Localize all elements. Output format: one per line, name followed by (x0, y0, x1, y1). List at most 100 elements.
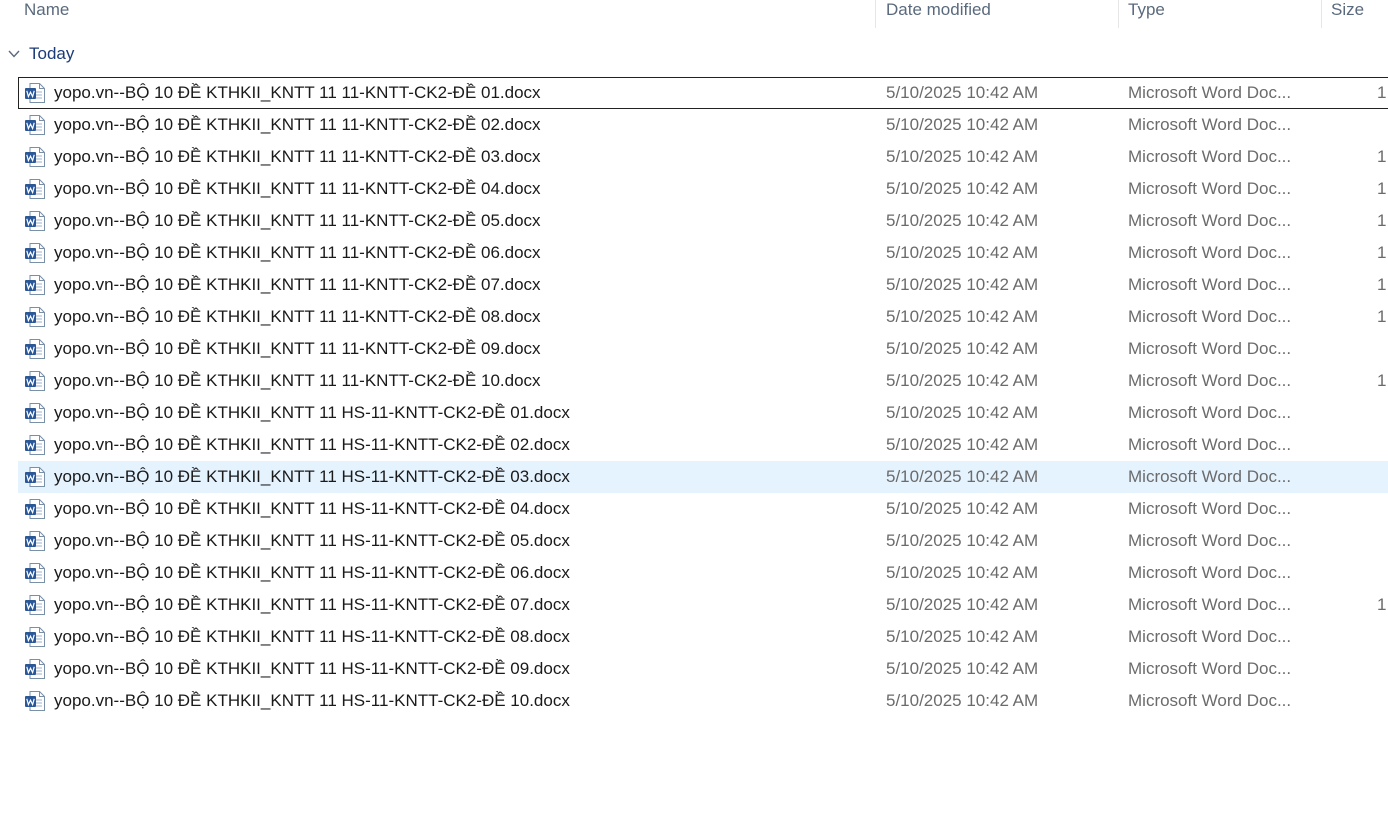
file-name: yopo.vn--BỘ 10 ĐỀ KTHKII_KNTT 11 11-KNTT… (54, 371, 541, 390)
file-row[interactable]: yopo.vn--BỘ 10 ĐỀ KTHKII_KNTT 11 HS-11-K… (0, 685, 1388, 717)
word-document-icon (25, 435, 45, 455)
file-date-modified: 5/10/2025 10:42 AM (886, 115, 1039, 134)
column-header-name[interactable]: Name (24, 0, 69, 28)
file-row[interactable]: yopo.vn--BỘ 10 ĐỀ KTHKII_KNTT 11 HS-11-K… (0, 525, 1388, 557)
file-date-modified: 5/10/2025 10:42 AM (886, 83, 1039, 102)
file-type: Microsoft Word Doc... (1128, 307, 1292, 326)
file-date-modified: 5/10/2025 10:42 AM (886, 563, 1039, 582)
group-header-today[interactable]: Today (0, 42, 600, 70)
file-date-modified: 5/10/2025 10:42 AM (886, 307, 1039, 326)
file-date-modified: 5/10/2025 10:42 AM (886, 595, 1039, 614)
file-date-modified: 5/10/2025 10:42 AM (886, 211, 1039, 230)
file-date-modified: 5/10/2025 10:42 AM (886, 467, 1039, 486)
file-date-modified: 5/10/2025 10:42 AM (886, 403, 1039, 422)
file-date-modified: 5/10/2025 10:42 AM (886, 371, 1039, 390)
file-name: yopo.vn--BỘ 10 ĐỀ KTHKII_KNTT 11 HS-11-K… (54, 499, 570, 518)
file-size: 1, (1377, 211, 1388, 230)
file-name: yopo.vn--BỘ 10 ĐỀ KTHKII_KNTT 11 HS-11-K… (54, 563, 570, 582)
file-date-modified: 5/10/2025 10:42 AM (886, 499, 1039, 518)
file-size: 1, (1377, 83, 1388, 102)
word-document-icon (25, 275, 45, 295)
word-document-icon (25, 595, 45, 615)
file-name: yopo.vn--BỘ 10 ĐỀ KTHKII_KNTT 11 HS-11-K… (54, 531, 570, 550)
word-document-icon (25, 467, 45, 487)
file-row[interactable]: yopo.vn--BỘ 10 ĐỀ KTHKII_KNTT 11 11-KNTT… (0, 141, 1388, 173)
file-list: yopo.vn--BỘ 10 ĐỀ KTHKII_KNTT 11 11-KNTT… (0, 77, 1388, 717)
file-name: yopo.vn--BỘ 10 ĐỀ KTHKII_KNTT 11 HS-11-K… (54, 659, 570, 678)
file-type: Microsoft Word Doc... (1128, 275, 1292, 294)
file-size: 1, (1377, 275, 1388, 294)
file-type: Microsoft Word Doc... (1128, 243, 1292, 262)
file-row[interactable]: yopo.vn--BỘ 10 ĐỀ KTHKII_KNTT 11 11-KNTT… (0, 109, 1388, 141)
file-name: yopo.vn--BỘ 10 ĐỀ KTHKII_KNTT 11 11-KNTT… (54, 243, 541, 262)
file-type: Microsoft Word Doc... (1128, 179, 1292, 198)
file-date-modified: 5/10/2025 10:42 AM (886, 179, 1039, 198)
file-name: yopo.vn--BỘ 10 ĐỀ KTHKII_KNTT 11 11-KNTT… (54, 83, 541, 102)
file-name: yopo.vn--BỘ 10 ĐỀ KTHKII_KNTT 11 11-KNTT… (54, 275, 541, 294)
file-type: Microsoft Word Doc... (1128, 435, 1292, 454)
file-row[interactable]: yopo.vn--BỘ 10 ĐỀ KTHKII_KNTT 11 HS-11-K… (0, 621, 1388, 653)
column-header-size[interactable]: Size (1331, 0, 1364, 28)
file-row[interactable]: yopo.vn--BỘ 10 ĐỀ KTHKII_KNTT 11 11-KNTT… (0, 365, 1388, 397)
file-type: Microsoft Word Doc... (1128, 371, 1292, 390)
word-document-icon (25, 499, 45, 519)
column-header-bar: Name Date modified Type Size (0, 0, 1388, 28)
word-document-icon (25, 83, 45, 103)
file-name: yopo.vn--BỘ 10 ĐỀ KTHKII_KNTT 11 11-KNTT… (54, 307, 541, 326)
file-size: 1, (1377, 371, 1388, 390)
chevron-down-icon[interactable] (7, 47, 21, 61)
file-row[interactable]: yopo.vn--BỘ 10 ĐỀ KTHKII_KNTT 11 HS-11-K… (0, 429, 1388, 461)
word-document-icon (25, 115, 45, 135)
column-divider[interactable] (1321, 0, 1322, 28)
word-document-icon (25, 563, 45, 583)
word-document-icon (25, 339, 45, 359)
column-divider[interactable] (875, 0, 876, 28)
file-row[interactable]: yopo.vn--BỘ 10 ĐỀ KTHKII_KNTT 11 11-KNTT… (0, 269, 1388, 301)
column-header-type[interactable]: Type (1128, 0, 1165, 28)
word-document-icon (25, 403, 45, 423)
file-name: yopo.vn--BỘ 10 ĐỀ KTHKII_KNTT 11 HS-11-K… (54, 467, 570, 486)
file-row[interactable]: yopo.vn--BỘ 10 ĐỀ KTHKII_KNTT 11 11-KNTT… (0, 173, 1388, 205)
file-type: Microsoft Word Doc... (1128, 659, 1292, 678)
column-header-date-modified[interactable]: Date modified (886, 0, 991, 28)
word-document-icon (25, 307, 45, 327)
file-row[interactable]: yopo.vn--BỘ 10 ĐỀ KTHKII_KNTT 11 HS-11-K… (0, 493, 1388, 525)
file-type: Microsoft Word Doc... (1128, 467, 1292, 486)
file-name: yopo.vn--BỘ 10 ĐỀ KTHKII_KNTT 11 HS-11-K… (54, 595, 570, 614)
file-size: 1, (1377, 307, 1388, 326)
file-row[interactable]: yopo.vn--BỘ 10 ĐỀ KTHKII_KNTT 11 HS-11-K… (0, 397, 1388, 429)
file-row[interactable]: yopo.vn--BỘ 10 ĐỀ KTHKII_KNTT 11 11-KNTT… (0, 77, 1388, 109)
word-document-icon (25, 211, 45, 231)
file-size: 1, (1377, 595, 1388, 614)
file-name: yopo.vn--BỘ 10 ĐỀ KTHKII_KNTT 11 11-KNTT… (54, 147, 541, 166)
file-name: yopo.vn--BỘ 10 ĐỀ KTHKII_KNTT 11 11-KNTT… (54, 115, 541, 134)
file-row[interactable]: yopo.vn--BỘ 10 ĐỀ KTHKII_KNTT 11 11-KNTT… (0, 301, 1388, 333)
file-row[interactable]: yopo.vn--BỘ 10 ĐỀ KTHKII_KNTT 11 HS-11-K… (0, 461, 1388, 493)
word-document-icon (25, 371, 45, 391)
word-document-icon (25, 243, 45, 263)
file-type: Microsoft Word Doc... (1128, 595, 1292, 614)
file-row[interactable]: yopo.vn--BỘ 10 ĐỀ KTHKII_KNTT 11 HS-11-K… (0, 589, 1388, 621)
file-explorer-details-view: Name Date modified Type Size Today yopo.… (0, 0, 1388, 815)
file-type: Microsoft Word Doc... (1128, 115, 1292, 134)
file-date-modified: 5/10/2025 10:42 AM (886, 435, 1039, 454)
word-document-icon (25, 627, 45, 647)
file-name: yopo.vn--BỘ 10 ĐỀ KTHKII_KNTT 11 HS-11-K… (54, 435, 570, 454)
file-name: yopo.vn--BỘ 10 ĐỀ KTHKII_KNTT 11 11-KNTT… (54, 179, 541, 198)
file-row[interactable]: yopo.vn--BỘ 10 ĐỀ KTHKII_KNTT 11 HS-11-K… (0, 557, 1388, 589)
column-divider[interactable] (1118, 0, 1119, 28)
file-type: Microsoft Word Doc... (1128, 531, 1292, 550)
file-date-modified: 5/10/2025 10:42 AM (886, 659, 1039, 678)
file-type: Microsoft Word Doc... (1128, 563, 1292, 582)
file-row[interactable]: yopo.vn--BỘ 10 ĐỀ KTHKII_KNTT 11 11-KNTT… (0, 333, 1388, 365)
file-size: 1, (1377, 147, 1388, 166)
file-date-modified: 5/10/2025 10:42 AM (886, 339, 1039, 358)
file-row[interactable]: yopo.vn--BỘ 10 ĐỀ KTHKII_KNTT 11 HS-11-K… (0, 653, 1388, 685)
file-type: Microsoft Word Doc... (1128, 211, 1292, 230)
file-row[interactable]: yopo.vn--BỘ 10 ĐỀ KTHKII_KNTT 11 11-KNTT… (0, 205, 1388, 237)
file-date-modified: 5/10/2025 10:42 AM (886, 243, 1039, 262)
word-document-icon (25, 691, 45, 711)
file-row[interactable]: yopo.vn--BỘ 10 ĐỀ KTHKII_KNTT 11 11-KNTT… (0, 237, 1388, 269)
file-type: Microsoft Word Doc... (1128, 403, 1292, 422)
word-document-icon (25, 531, 45, 551)
